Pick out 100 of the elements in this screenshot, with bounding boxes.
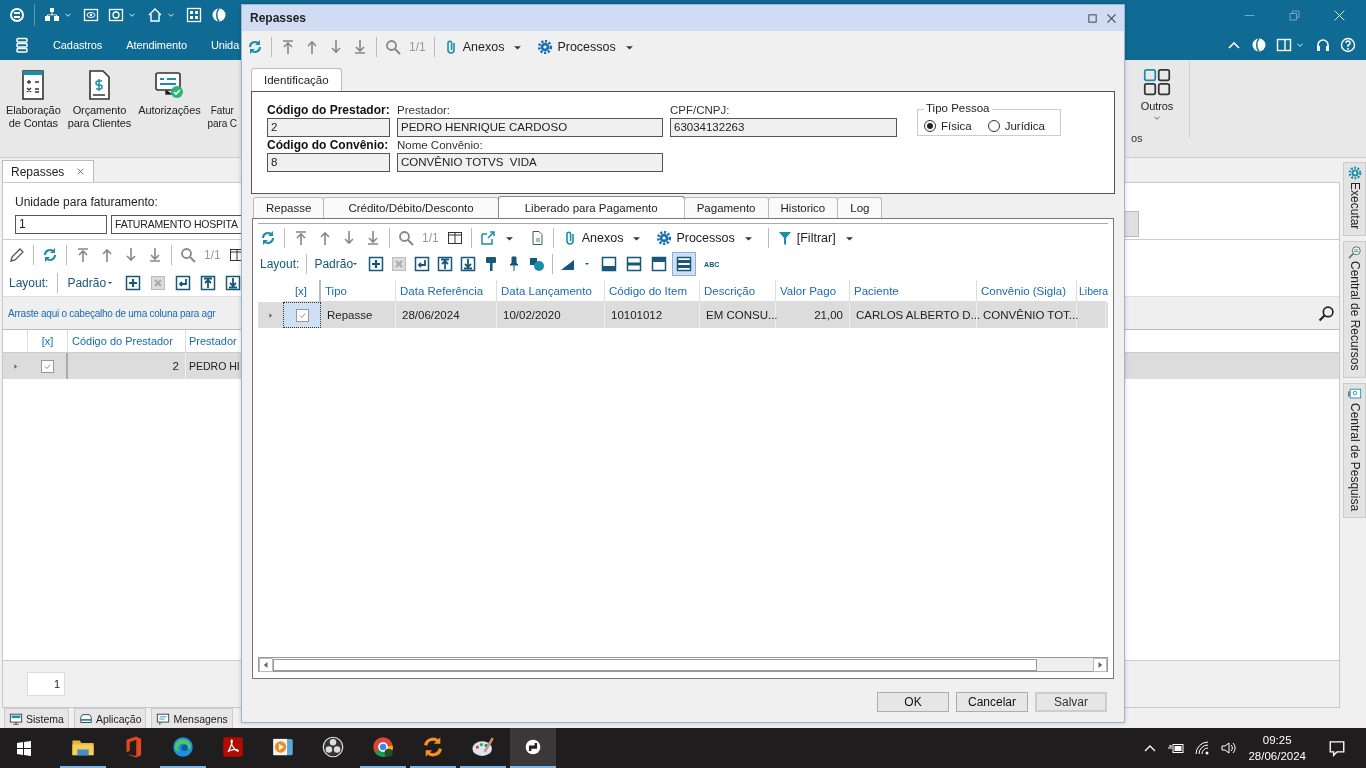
dialog-button[interactable]: OK bbox=[877, 692, 949, 712]
hierarchy-icon[interactable] bbox=[44, 7, 60, 23]
ribbon-icon[interactable] bbox=[153, 69, 186, 101]
down-arrow-icon[interactable] bbox=[341, 230, 357, 246]
clock-time[interactable]: 09:25 bbox=[1262, 732, 1292, 748]
tab-label[interactable]: Executar bbox=[1347, 182, 1362, 230]
ribbon-button[interactable]: Orçamento para Clientes bbox=[67, 104, 132, 130]
checkbox[interactable] bbox=[40, 359, 54, 373]
table-row[interactable]: Repasse 28/06/2024 10/02/2020 10101012 EM CONSU... 21,00 CARLOS ALBERTO D... CONVÊNIO TOT... bbox=[258, 302, 1108, 328]
bottom-tab[interactable]: Mensagens bbox=[151, 708, 233, 728]
tab[interactable]: Log bbox=[837, 197, 883, 218]
input-field[interactable]: PEDRO HENRIQUE CARDOSO bbox=[397, 118, 663, 137]
ribbon-button[interactable]: Outros bbox=[1140, 100, 1174, 113]
processes-button[interactable]: Processos bbox=[676, 231, 735, 245]
edit-icon[interactable] bbox=[9, 247, 25, 263]
tab[interactable]: Crédito/Débito/Desconto bbox=[323, 197, 499, 218]
globe-icon[interactable] bbox=[1251, 37, 1267, 53]
dialog-button[interactable]: Cancelar bbox=[956, 692, 1028, 712]
refresh-icon[interactable] bbox=[42, 247, 58, 263]
radio-button[interactable] bbox=[987, 120, 1000, 132]
input-field[interactable]: 63034132263 bbox=[670, 118, 897, 137]
side-tab-icon[interactable] bbox=[1347, 166, 1362, 180]
input-field[interactable]: CONVÊNIO TOTVS VIDA bbox=[397, 153, 663, 172]
gear-icon[interactable] bbox=[537, 39, 554, 55]
radio-button[interactable] bbox=[924, 120, 936, 132]
layout-dropdown[interactable]: Padrão bbox=[314, 257, 354, 271]
side-tab[interactable]: Central de Pesquisa bbox=[1343, 382, 1366, 518]
page-field[interactable]: 1 bbox=[27, 672, 65, 696]
radio-label[interactable]: Física bbox=[941, 120, 972, 132]
maximize-icon[interactable] bbox=[1086, 11, 1099, 25]
input-field[interactable]: 2 bbox=[267, 118, 390, 137]
app-icon[interactable] bbox=[370, 734, 396, 760]
enter-icon[interactable] bbox=[414, 256, 431, 272]
close-icon[interactable] bbox=[1105, 11, 1118, 25]
scroll-left-icon[interactable] bbox=[259, 657, 273, 672]
add-icon[interactable] bbox=[368, 256, 385, 272]
layout-dropdown[interactable]: Padrão bbox=[67, 276, 107, 290]
radio-label[interactable]: Jurídica bbox=[1004, 120, 1045, 132]
filter-icon[interactable] bbox=[776, 230, 793, 246]
tab[interactable]: Repasse bbox=[253, 197, 325, 218]
shapes-icon[interactable] bbox=[529, 256, 546, 272]
eye-icon[interactable] bbox=[83, 7, 99, 23]
dialog-button[interactable]: Salvar bbox=[1035, 692, 1107, 712]
upload-icon[interactable] bbox=[437, 256, 454, 272]
first-icon[interactable] bbox=[293, 230, 309, 246]
down-arrow-icon[interactable] bbox=[328, 39, 344, 55]
download-icon[interactable] bbox=[225, 275, 242, 291]
input-field[interactable]: 8 bbox=[267, 153, 390, 172]
side-tab[interactable]: Central de Recursos bbox=[1343, 241, 1366, 378]
first-icon[interactable] bbox=[75, 247, 91, 263]
help-icon[interactable] bbox=[1340, 37, 1356, 53]
filter-button[interactable]: [Filtrar] bbox=[796, 231, 836, 245]
close-icon[interactable] bbox=[76, 167, 86, 176]
processes-button[interactable]: Processos bbox=[557, 40, 616, 54]
taskbar-app[interactable] bbox=[510, 728, 556, 768]
search-icon[interactable] bbox=[1318, 304, 1335, 322]
menu-item[interactable]: Atendimento bbox=[126, 39, 187, 51]
document-tab[interactable]: Repasses bbox=[2, 160, 95, 182]
attachments-button[interactable]: Anexos bbox=[462, 40, 505, 54]
last-icon[interactable] bbox=[352, 39, 368, 55]
upload-icon[interactable] bbox=[200, 275, 217, 291]
tab-icon[interactable] bbox=[78, 711, 93, 726]
last-icon[interactable] bbox=[365, 230, 381, 246]
column-header[interactable]: [x] bbox=[28, 330, 68, 352]
input-field[interactable]: 1 bbox=[15, 214, 107, 234]
ribbon-button[interactable]: Fatur para C bbox=[207, 104, 237, 130]
refresh-icon[interactable] bbox=[247, 39, 263, 55]
tab[interactable]: Pagamento bbox=[683, 197, 769, 218]
scrollbar-thumb[interactable] bbox=[273, 658, 1037, 671]
side-tab[interactable]: Executar bbox=[1343, 162, 1366, 237]
wifi-icon[interactable] bbox=[1194, 740, 1211, 756]
column-header[interactable]: Código do Prestador bbox=[68, 330, 186, 352]
last-icon[interactable] bbox=[147, 247, 163, 263]
app-icon[interactable] bbox=[170, 734, 196, 760]
app-icon[interactable] bbox=[220, 734, 246, 760]
clock-date[interactable]: 28/06/2024 bbox=[1248, 748, 1306, 764]
bottom-tab[interactable]: Sistema bbox=[4, 708, 69, 728]
download-icon[interactable] bbox=[460, 256, 477, 272]
scroll-right-icon[interactable] bbox=[1093, 657, 1107, 672]
view-toggle-button[interactable] bbox=[672, 252, 697, 276]
globe-icon[interactable] bbox=[211, 7, 227, 23]
first-icon[interactable] bbox=[280, 39, 296, 55]
enter-icon[interactable] bbox=[175, 275, 192, 291]
tab-label[interactable]: Mensagens bbox=[173, 712, 228, 725]
menu-item[interactable]: Cadastros bbox=[53, 39, 103, 51]
tab-icon[interactable] bbox=[9, 711, 23, 726]
side-tab-icon[interactable] bbox=[1347, 245, 1362, 260]
tab-label[interactable]: Central de Recursos bbox=[1347, 261, 1362, 371]
notification-icon[interactable] bbox=[1328, 739, 1346, 757]
tab[interactable]: Historico bbox=[767, 197, 839, 218]
tab[interactable]: Identificação bbox=[251, 68, 342, 91]
bottom-tab[interactable]: Aplicação bbox=[73, 708, 147, 728]
export-icon[interactable] bbox=[479, 230, 496, 246]
checkbox[interactable] bbox=[295, 308, 309, 322]
tab-label[interactable]: Aplicação bbox=[95, 712, 142, 725]
tab-icon[interactable] bbox=[156, 711, 171, 726]
down-arrow-icon[interactable] bbox=[123, 247, 139, 263]
app-icon[interactable] bbox=[320, 734, 346, 760]
menu-icon[interactable] bbox=[14, 37, 30, 53]
columns-icon[interactable] bbox=[446, 230, 463, 246]
